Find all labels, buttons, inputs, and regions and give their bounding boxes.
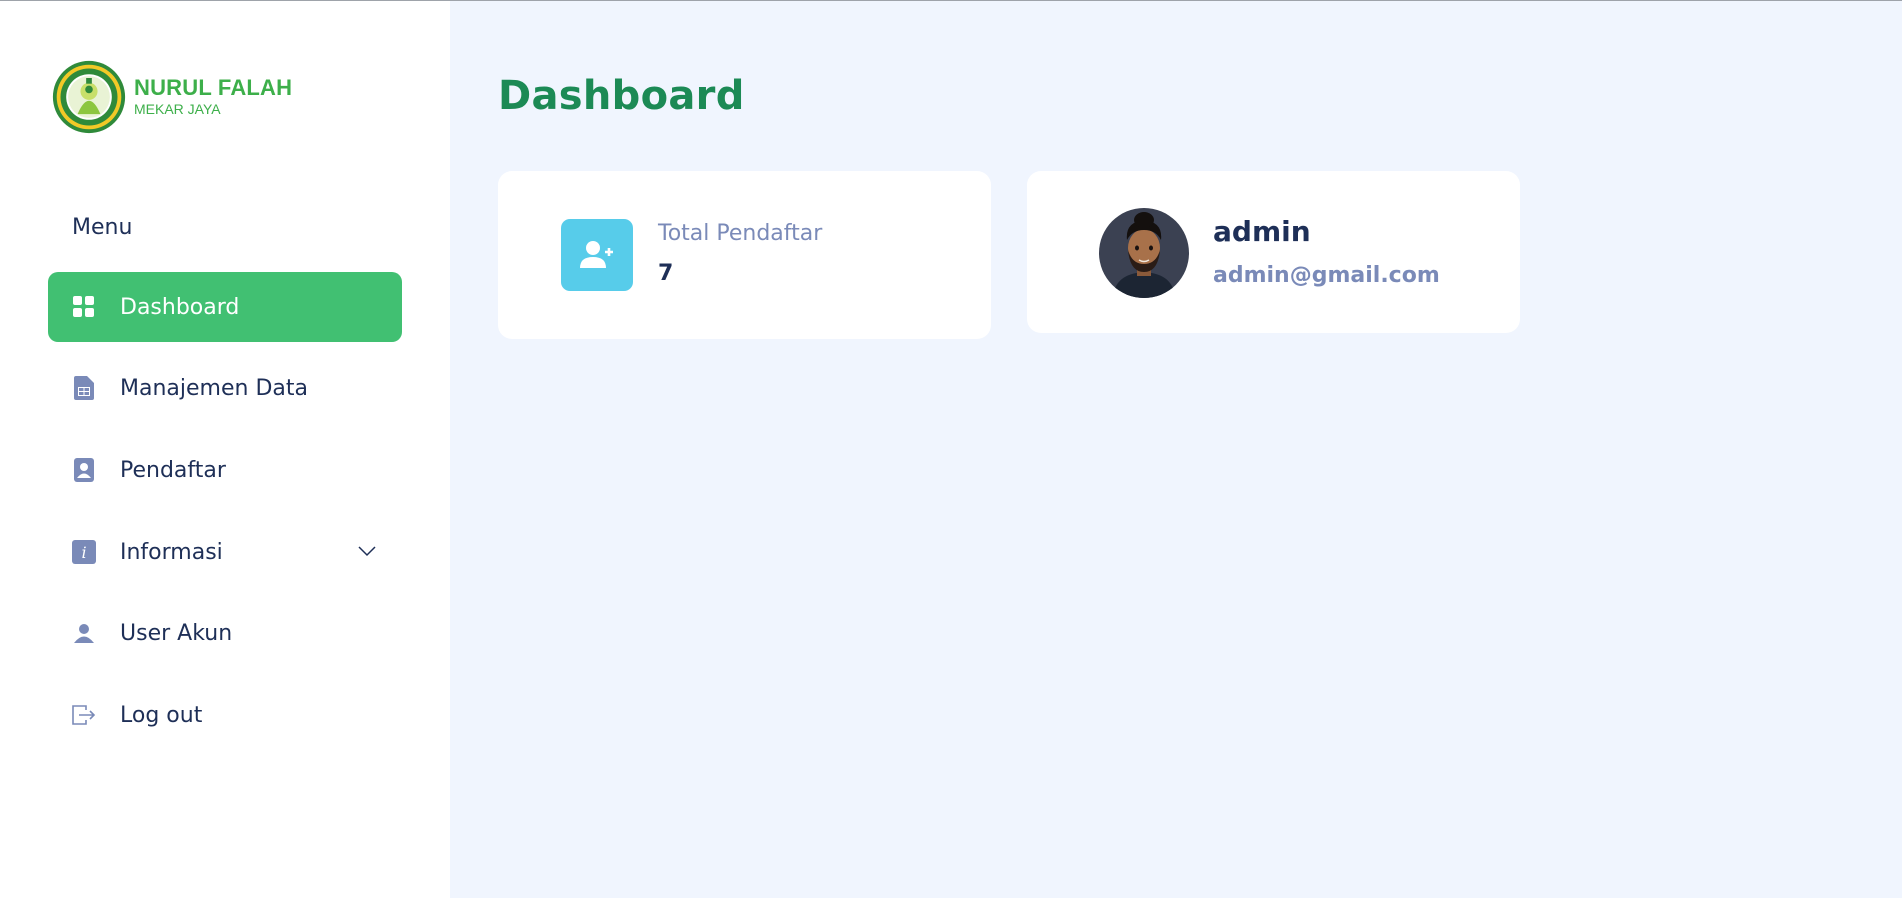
grid-icon [72,295,96,319]
sidebar-item-label: Manajemen Data [120,375,308,401]
sidebar-item-label: Dashboard [120,294,240,320]
sidebar-item-pendaftar[interactable]: Pendaftar [48,435,402,505]
user-name: admin [1213,215,1311,248]
logout-icon [72,703,96,727]
sidebar-item-user-akun[interactable]: User Akun [48,598,402,668]
sidebar-item-logout[interactable]: Log out [48,680,402,750]
chevron-down-icon[interactable] [358,542,376,561]
sidebar-item-label: Log out [120,702,203,728]
user-profile-card: admin admin@gmail.com [1027,171,1520,333]
app-root: NURUL FALAH MEKAR JAYA Menu Dashboard Ma… [0,0,1902,898]
sidebar-item-label: Pendaftar [120,457,226,483]
brand-name: NURUL FALAH [134,75,293,100]
sidebar-item-label: User Akun [120,620,233,646]
stat-label: Total Pendaftar [658,221,823,246]
user-email: admin@gmail.com [1213,263,1440,288]
sidebar-item-manajemen-data[interactable]: Manajemen Data [48,353,402,423]
contact-book-icon [72,458,96,482]
sidebar-item-dashboard[interactable]: Dashboard [48,272,402,342]
sidebar-item-informasi[interactable]: i Informasi [48,517,402,587]
sidebar-item-label: Informasi [120,539,223,565]
sidebar: NURUL FALAH MEKAR JAYA Menu Dashboard Ma… [0,1,450,898]
stats-card-total-pendaftar: Total Pendaftar 7 [498,171,991,339]
user-icon [72,621,96,645]
brand-subtitle: MEKAR JAYA [134,101,221,117]
menu-heading: Menu [72,215,133,240]
info-icon: i [72,540,96,564]
brand-logo[interactable]: NURUL FALAH MEKAR JAYA [50,59,292,135]
spreadsheet-file-icon [72,376,96,400]
avatar [1099,208,1189,298]
add-user-icon [561,219,633,291]
page-title: Dashboard [498,73,745,119]
brand-emblem-icon [52,60,126,134]
stat-value: 7 [658,261,674,286]
svg-text:i: i [81,543,86,562]
